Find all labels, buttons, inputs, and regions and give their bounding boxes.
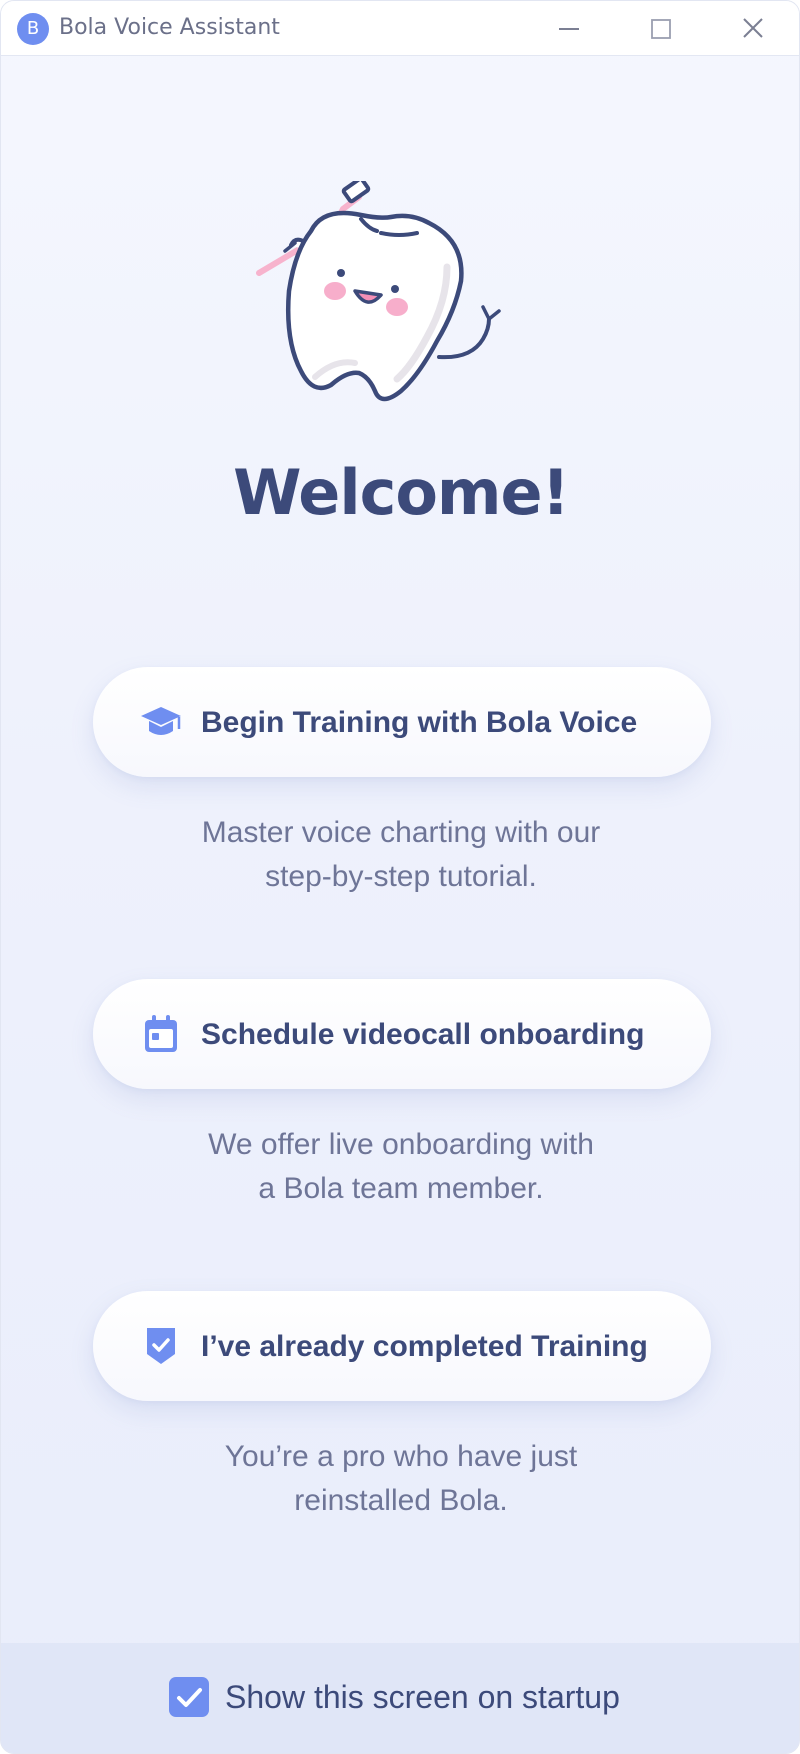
maximize-icon [651, 19, 671, 39]
schedule-onboarding-description: We offer live onboarding with a Bola tea… [131, 1123, 671, 1211]
minimize-icon [559, 28, 579, 30]
checkmark-icon [177, 1688, 202, 1707]
begin-training-label: Begin Training with Bola Voice [201, 706, 638, 739]
description-line: You’re a pro who have just [224, 1440, 578, 1473]
schedule-onboarding-button[interactable]: Schedule videocall onboarding [93, 979, 711, 1089]
description-line: reinstalled Bola. [294, 1484, 508, 1517]
app-window: B Bola Voice Assistant Welcome! Begin Tr… [0, 0, 800, 1754]
minimize-button[interactable] [547, 11, 591, 47]
already-completed-description: You’re a pro who have just reinstalled B… [131, 1435, 671, 1523]
window-title: Bola Voice Assistant [59, 15, 280, 40]
close-button[interactable] [731, 11, 775, 47]
app-logo: B [17, 13, 49, 45]
show-on-startup-label[interactable]: Show this screen on startup [225, 1678, 620, 1716]
description-line: step-by-step tutorial. [265, 860, 537, 893]
title-bar: B Bola Voice Assistant [1, 1, 799, 56]
begin-training-button[interactable]: Begin Training with Bola Voice [93, 667, 711, 777]
begin-training-description: Master voice charting with our step-by-s… [131, 811, 671, 899]
shield-check-icon [147, 1328, 175, 1364]
already-completed-button[interactable]: I’ve already completed Training [93, 1291, 711, 1401]
already-completed-label: I’ve already completed Training [201, 1330, 648, 1363]
calendar-icon [145, 1015, 177, 1052]
footer-bar: Show this screen on startup [1, 1643, 799, 1753]
welcome-heading: Welcome! [233, 456, 570, 529]
description-line: a Bola team member. [258, 1172, 544, 1205]
show-on-startup-checkbox[interactable] [169, 1677, 209, 1717]
description-line: We offer live onboarding with [208, 1128, 594, 1161]
close-icon [743, 18, 763, 38]
description-line: Master voice charting with our [201, 816, 601, 849]
maximize-button[interactable] [639, 11, 683, 47]
tooth-mascot-illustration [256, 181, 501, 402]
schedule-onboarding-label: Schedule videocall onboarding [201, 1018, 645, 1051]
graduation-cap-icon [141, 707, 181, 735]
